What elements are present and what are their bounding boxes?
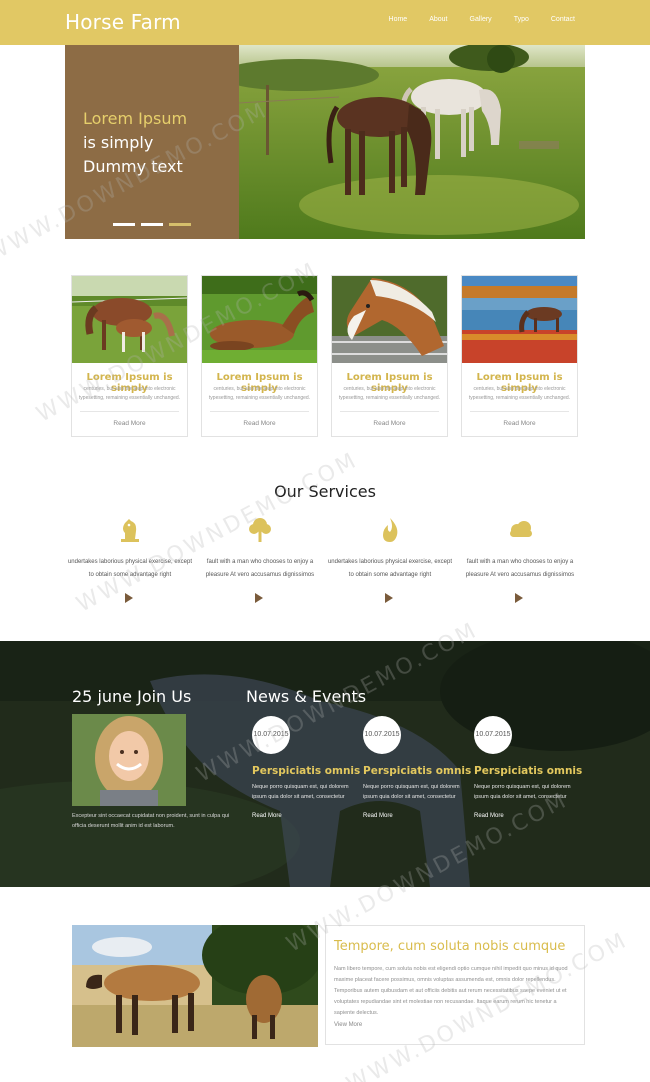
page: { "header": { "logo": "Horse Farm", "nav… [0, 0, 650, 1082]
about-paragraph: Nam libero tempore, cum soluta nobis est… [334, 966, 568, 1016]
flame-icon [375, 515, 405, 545]
services-heading: Our Services [274, 482, 376, 501]
mare-foal-photo [72, 276, 187, 363]
slider-dot-3[interactable] [169, 223, 191, 226]
read-more-link[interactable]: Read More [474, 813, 504, 819]
view-more-link[interactable]: View More [334, 1022, 362, 1028]
join-description: Excepteur sint occaecat cupidatat non pr… [72, 813, 230, 829]
service-description: undertakes laborious physical exercise, … [327, 559, 453, 578]
hero-horses-photo [239, 45, 585, 239]
nav-gallery[interactable]: Gallery [470, 16, 492, 23]
card-divider [80, 411, 179, 412]
read-more-link[interactable]: Read More [72, 420, 187, 427]
tree-icon [245, 515, 275, 545]
event-date-badge: 10.07.2015 [252, 716, 290, 754]
hero-caption: Lorem Ipsum is simply Dummy text [83, 107, 187, 179]
woman-portrait-photo [72, 714, 186, 806]
card-divider [340, 411, 439, 412]
play-arrow-icon[interactable] [255, 593, 263, 603]
card-description: centuries, but also the leap into electr… [338, 386, 441, 401]
card-divider [470, 411, 569, 412]
service-description: undertakes laborious physical exercise, … [67, 559, 193, 578]
card-description: centuries, but also the leap into electr… [208, 386, 311, 401]
news-events-section: 25 june Join Us Excepteur sint occaecat … [0, 641, 650, 887]
event-title[interactable]: Perspiciatis omnis [363, 765, 471, 777]
event-description: Neque porro quisquam est, qui dolorem ip… [252, 784, 349, 800]
slider-dot-2[interactable] [141, 223, 163, 226]
feature-card: Lorem Ipsum is simply centuries, but als… [71, 275, 188, 437]
hero-line-1: Lorem Ipsum [83, 109, 188, 128]
event-description: Neque porro quisquam est, qui dolorem ip… [474, 784, 571, 800]
cloud-icon [505, 515, 535, 545]
event-title[interactable]: Perspiciatis omnis [474, 765, 582, 777]
service-description: fault with a man who chooses to enjoy a … [205, 559, 315, 578]
about-heading: Tempore, cum soluta nobis cumque [334, 939, 566, 954]
event-description: Neque porro quisquam est, qui dolorem ip… [363, 784, 460, 800]
slider-dot-1[interactable] [113, 223, 135, 226]
hero-line-2: is simply [83, 133, 154, 152]
read-more-link[interactable]: Read More [202, 420, 317, 427]
lying-horse-photo [202, 276, 317, 363]
nav-typo[interactable]: Typo [514, 16, 529, 23]
feature-card: Lorem Ipsum is simply centuries, but als… [461, 275, 578, 437]
nav-home[interactable]: Home [389, 16, 408, 23]
play-arrow-icon[interactable] [385, 593, 393, 603]
join-heading: 25 june Join Us [72, 687, 192, 706]
ponies-photo [72, 925, 318, 1047]
nav-contact[interactable]: Contact [551, 16, 575, 23]
horse-head-photo [332, 276, 447, 363]
nav-about[interactable]: About [429, 16, 447, 23]
service-description: fault with a man who chooses to enjoy a … [465, 559, 575, 578]
news-heading: News & Events [246, 687, 367, 706]
card-divider [210, 411, 309, 412]
slider-dots [113, 223, 191, 226]
lake-horse-photo [462, 276, 577, 363]
chess-knight-icon [115, 515, 145, 545]
play-arrow-icon[interactable] [125, 593, 133, 603]
feature-card: Lorem Ipsum is simply centuries, but als… [201, 275, 318, 437]
read-more-link[interactable]: Read More [363, 813, 393, 819]
about-text-box: Tempore, cum soluta nobis cumque Nam lib… [325, 925, 585, 1045]
play-arrow-icon[interactable] [515, 593, 523, 603]
event-date-badge: 10.07.2015 [363, 716, 401, 754]
read-more-link[interactable]: Read More [332, 420, 447, 427]
read-more-link[interactable]: Read More [462, 420, 577, 427]
event-date-badge: 10.07.2015 [474, 716, 512, 754]
hero-caption-panel: Lorem Ipsum is simply Dummy text [65, 45, 239, 239]
site-header: Horse Farm Home About Gallery Typo Conta… [0, 0, 650, 45]
hero-line-3: Dummy text [83, 157, 183, 176]
site-logo[interactable]: Horse Farm [65, 10, 181, 34]
main-nav: Home About Gallery Typo Contact [367, 16, 575, 23]
feature-card: Lorem Ipsum is simply centuries, but als… [331, 275, 448, 437]
card-description: centuries, but also the leap into electr… [78, 386, 181, 401]
card-description: centuries, but also the leap into electr… [468, 386, 571, 401]
read-more-link[interactable]: Read More [252, 813, 282, 819]
event-title[interactable]: Perspiciatis omnis [252, 765, 360, 777]
